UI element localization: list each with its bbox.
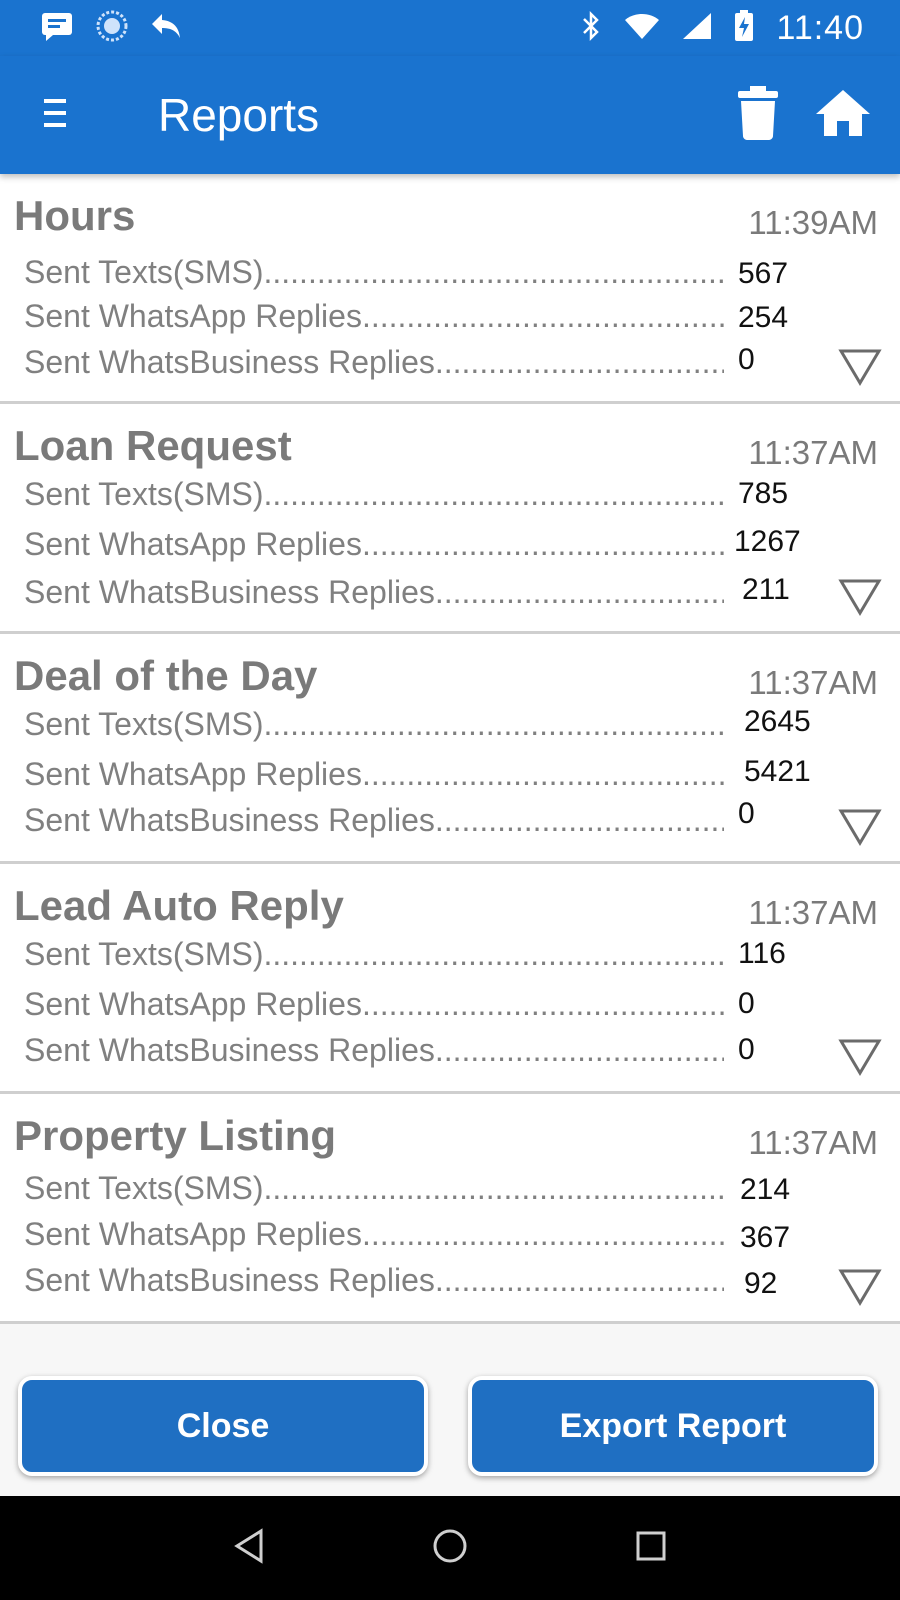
- app-bar-actions: [738, 85, 900, 145]
- row-value: 5421: [744, 755, 811, 788]
- status-time: 11:40: [776, 8, 864, 47]
- row-label: Sent WhatsBusiness Replies: [24, 801, 435, 838]
- row-label: Sent Texts(SMS): [24, 253, 264, 290]
- row-value: 116: [738, 937, 786, 970]
- back-icon[interactable]: [233, 1527, 265, 1569]
- close-button[interactable]: Close: [18, 1376, 428, 1476]
- expand-triangle-icon[interactable]: [838, 578, 882, 621]
- battery-charging-icon: [734, 9, 754, 47]
- row-value: 0: [738, 1033, 755, 1066]
- status-left-icons: [40, 10, 182, 47]
- row-sms: Sent Texts(SMS): [24, 934, 724, 974]
- row-label: Sent WhatsApp Replies: [24, 525, 362, 562]
- row-value: 254: [738, 301, 789, 334]
- row-value: 92: [744, 1267, 778, 1300]
- row-whatsbusiness: Sent WhatsBusiness Replies: [24, 572, 724, 612]
- row-label: Sent Texts(SMS): [24, 935, 264, 972]
- row-whatsbusiness: Sent WhatsBusiness Replies: [24, 1030, 724, 1070]
- row-whatsapp: Sent WhatsApp Replies: [24, 296, 724, 336]
- row-label: Sent Texts(SMS): [24, 1169, 264, 1206]
- row-value: 2645: [744, 705, 811, 738]
- message-icon: [40, 11, 74, 46]
- row-value: 567: [738, 257, 789, 290]
- menu-icon: [42, 96, 68, 135]
- row-sms: Sent Texts(SMS): [24, 1168, 724, 1208]
- expand-triangle-icon[interactable]: [838, 1268, 882, 1311]
- row-value: 0: [738, 797, 755, 830]
- report-title: Deal of the Day: [14, 652, 318, 699]
- row-label: Sent Texts(SMS): [24, 475, 264, 512]
- report-time: 11:37AM: [748, 434, 878, 471]
- row-value: 0: [738, 343, 755, 376]
- row-sms: Sent Texts(SMS): [24, 474, 724, 514]
- row-whatsbusiness: Sent WhatsBusiness Replies: [24, 342, 724, 382]
- report-time: 11:37AM: [748, 1124, 878, 1161]
- export-report-button[interactable]: Export Report: [468, 1376, 878, 1476]
- status-bar: 11:40: [0, 0, 900, 56]
- recents-icon[interactable]: [635, 1530, 667, 1567]
- row-whatsapp: Sent WhatsApp Replies: [24, 524, 724, 564]
- row-value: 211: [742, 573, 790, 606]
- row-label: Sent WhatsApp Replies: [24, 755, 362, 792]
- row-label: Sent WhatsBusiness Replies: [24, 1031, 435, 1068]
- row-label: Sent WhatsApp Replies: [24, 297, 362, 334]
- system-nav-bar: [0, 1496, 900, 1600]
- expand-triangle-icon[interactable]: [838, 348, 882, 391]
- report-card-loan-request[interactable]: Loan Request 11:37AM Sent Texts(SMS) 785…: [0, 404, 900, 634]
- report-title: Loan Request: [14, 422, 292, 469]
- row-label: Sent Texts(SMS): [24, 705, 264, 742]
- report-title: Lead Auto Reply: [14, 882, 344, 929]
- row-sms: Sent Texts(SMS): [24, 252, 724, 292]
- row-whatsbusiness: Sent WhatsBusiness Replies: [24, 1260, 724, 1300]
- menu-button[interactable]: [0, 56, 110, 174]
- home-circle-icon[interactable]: [432, 1528, 468, 1569]
- row-whatsapp: Sent WhatsApp Replies: [24, 984, 724, 1024]
- footer-actions: Close Export Report: [0, 1326, 900, 1496]
- row-sms: Sent Texts(SMS): [24, 704, 724, 744]
- expand-triangle-icon[interactable]: [838, 1038, 882, 1081]
- signal-icon: [682, 12, 712, 45]
- row-whatsapp: Sent WhatsApp Replies: [24, 754, 724, 794]
- row-value: 785: [738, 477, 789, 510]
- report-time: 11:37AM: [748, 664, 878, 701]
- report-time: 11:37AM: [748, 894, 878, 931]
- report-list: Hours 11:39AM Sent Texts(SMS) 567 Sent W…: [0, 174, 900, 1324]
- report-time: 11:39AM: [748, 204, 878, 241]
- trash-icon[interactable]: [738, 85, 778, 145]
- report-card-property-listing[interactable]: Property Listing 11:37AM Sent Texts(SMS)…: [0, 1094, 900, 1324]
- row-value: 214: [740, 1173, 791, 1206]
- report-card-lead-auto-reply[interactable]: Lead Auto Reply 11:37AM Sent Texts(SMS) …: [0, 864, 900, 1094]
- status-right-icons: 11:40: [580, 9, 864, 48]
- row-value: 367: [740, 1221, 791, 1254]
- home-icon[interactable]: [814, 88, 872, 143]
- row-whatsapp: Sent WhatsApp Replies: [24, 1214, 724, 1254]
- report-title: Hours: [14, 192, 136, 239]
- row-label: Sent WhatsBusiness Replies: [24, 343, 435, 380]
- row-label: Sent WhatsBusiness Replies: [24, 1261, 435, 1298]
- expand-triangle-icon[interactable]: [838, 808, 882, 851]
- row-label: Sent WhatsApp Replies: [24, 1215, 362, 1252]
- bluetooth-icon: [580, 10, 602, 47]
- report-card-hours[interactable]: Hours 11:39AM Sent Texts(SMS) 567 Sent W…: [0, 174, 900, 404]
- app-bar: Reports: [0, 56, 900, 174]
- report-card-deal-of-the-day[interactable]: Deal of the Day 11:37AM Sent Texts(SMS) …: [0, 634, 900, 864]
- row-value: 1267: [734, 525, 801, 558]
- row-label: Sent WhatsBusiness Replies: [24, 573, 435, 610]
- row-whatsbusiness: Sent WhatsBusiness Replies: [24, 800, 724, 840]
- page-title: Reports: [158, 89, 320, 141]
- row-label: Sent WhatsApp Replies: [24, 985, 362, 1022]
- wifi-icon: [624, 12, 660, 45]
- reply-icon: [150, 12, 182, 45]
- sync-icon: [96, 10, 128, 47]
- row-value: 0: [738, 987, 755, 1020]
- report-title: Property Listing: [14, 1112, 337, 1159]
